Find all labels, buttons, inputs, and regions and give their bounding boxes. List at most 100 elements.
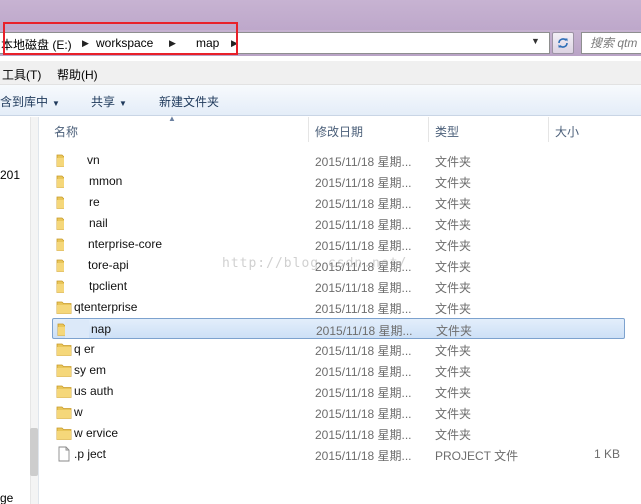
include-in-library-label: 含到库中 bbox=[0, 95, 49, 109]
file-date: 2015/11/18 星期... bbox=[315, 428, 412, 442]
folder-icon bbox=[56, 343, 72, 356]
file-date: 2015/11/18 星期... bbox=[315, 449, 412, 463]
search-input[interactable] bbox=[590, 35, 641, 51]
folder-icon bbox=[56, 385, 72, 398]
file-date: 2015/11/18 星期... bbox=[315, 155, 412, 169]
column-header-size-label: 大小 bbox=[555, 125, 580, 139]
column-header-size[interactable]: 大小 bbox=[549, 117, 641, 142]
file-name: qtenterprise bbox=[74, 300, 138, 314]
file-name: w ervice bbox=[74, 426, 119, 440]
file-name: w bbox=[74, 405, 83, 419]
folder-icon bbox=[56, 301, 72, 314]
document-icon bbox=[58, 446, 70, 462]
file-name: re bbox=[89, 195, 100, 209]
file-date: 2015/11/18 星期... bbox=[315, 302, 412, 316]
column-header-type[interactable]: 类型 bbox=[429, 117, 549, 142]
file-type: 文件夹 bbox=[436, 324, 473, 338]
file-type: 文件夹 bbox=[435, 260, 472, 274]
file-type: 文件夹 bbox=[435, 386, 472, 400]
share-label: 共享 bbox=[91, 95, 116, 109]
file-row[interactable]: sy em 2015/11/18 星期... 文件夹 bbox=[52, 360, 625, 381]
menu-bar: 工具(T) 帮助(H) bbox=[0, 61, 641, 85]
command-bar: 含到库中 ▼ 共享 ▼ 新建文件夹 bbox=[0, 85, 641, 116]
file-date: 2015/11/18 星期... bbox=[316, 324, 413, 338]
redaction-mask bbox=[64, 256, 86, 274]
file-row[interactable]: re 2015/11/18 星期... 文件夹 bbox=[52, 192, 625, 213]
nav-item-fragment[interactable]: 201 bbox=[0, 168, 20, 182]
file-row[interactable]: vn 2015/11/18 星期... 文件夹 bbox=[52, 150, 625, 171]
file-row-selected[interactable]: nap 2015/11/18 星期... 文件夹 bbox=[52, 318, 625, 339]
refresh-icon bbox=[558, 38, 568, 48]
pane-divider[interactable] bbox=[38, 117, 39, 504]
file-type: 文件夹 bbox=[435, 302, 472, 316]
file-date: 2015/11/18 星期... bbox=[315, 239, 412, 253]
file-row[interactable]: w 2015/11/18 星期... 文件夹 bbox=[52, 402, 625, 423]
file-type: 文件夹 bbox=[435, 155, 472, 169]
file-date: 2015/11/18 星期... bbox=[315, 218, 412, 232]
redaction-mask bbox=[64, 277, 86, 295]
file-name: us auth bbox=[74, 384, 114, 398]
file-type: 文件夹 bbox=[435, 197, 472, 211]
file-row[interactable]: mmon 2015/11/18 星期... 文件夹 bbox=[52, 171, 625, 192]
menu-help[interactable]: 帮助(H) bbox=[57, 66, 98, 83]
file-date: 2015/11/18 星期... bbox=[315, 197, 412, 211]
file-type: 文件夹 bbox=[435, 344, 472, 358]
sort-ascending-icon: ▲ bbox=[168, 114, 176, 123]
file-name: nap bbox=[91, 322, 112, 336]
file-type: PROJECT 文件 bbox=[435, 449, 519, 463]
file-date: 2015/11/18 星期... bbox=[315, 344, 412, 358]
redaction-mask bbox=[64, 151, 86, 169]
file-date: 2015/11/18 星期... bbox=[315, 407, 412, 421]
file-name: nterprise-core bbox=[88, 237, 163, 251]
chevron-down-icon: ▼ bbox=[119, 99, 127, 108]
file-row[interactable]: nterprise-core 2015/11/18 星期... 文件夹 bbox=[52, 234, 625, 255]
redaction-mask bbox=[64, 235, 86, 253]
folder-icon bbox=[56, 427, 72, 440]
column-header-name-label: 名称 bbox=[54, 125, 79, 139]
nav-item-fragment[interactable]: ge bbox=[0, 491, 13, 504]
file-date: 2015/11/18 星期... bbox=[315, 281, 412, 295]
column-header-date[interactable]: 修改日期 bbox=[309, 117, 429, 142]
file-name: tore-api bbox=[88, 258, 129, 272]
refresh-button[interactable] bbox=[552, 32, 574, 54]
redaction-mask bbox=[65, 320, 89, 338]
redaction-mask bbox=[64, 214, 86, 232]
file-row[interactable]: q er 2015/11/18 星期... 文件夹 bbox=[52, 339, 625, 360]
file-type: 文件夹 bbox=[435, 428, 472, 442]
new-folder-button[interactable]: 新建文件夹 bbox=[159, 93, 219, 110]
redaction-mask bbox=[64, 172, 86, 190]
file-date: 2015/11/18 星期... bbox=[315, 386, 412, 400]
file-name: vn bbox=[87, 153, 100, 167]
annotation-highlight-box bbox=[3, 22, 238, 55]
file-date: 2015/11/18 星期... bbox=[315, 176, 412, 190]
menu-tools[interactable]: 工具(T) bbox=[2, 66, 41, 83]
share-button[interactable]: 共享 ▼ bbox=[91, 93, 127, 110]
folder-icon bbox=[56, 406, 72, 419]
chevron-down-icon: ▼ bbox=[52, 99, 60, 108]
column-header-name[interactable]: 名称 bbox=[48, 117, 309, 142]
file-row[interactable]: .p ject 2015/11/18 星期... PROJECT 文件 1 KB bbox=[52, 444, 625, 465]
file-date: 2015/11/18 星期... bbox=[315, 365, 412, 379]
file-row[interactable]: qtenterprise 2015/11/18 星期... 文件夹 bbox=[52, 297, 625, 318]
nav-scrollbar-thumb[interactable] bbox=[30, 428, 38, 476]
file-row[interactable]: w ervice 2015/11/18 星期... 文件夹 bbox=[52, 423, 625, 444]
file-type: 文件夹 bbox=[435, 365, 472, 379]
file-type: 文件夹 bbox=[435, 218, 472, 232]
search-box[interactable] bbox=[581, 32, 641, 54]
file-name: nail bbox=[89, 216, 108, 230]
file-name: q er bbox=[74, 342, 95, 356]
file-row[interactable]: nail 2015/11/18 星期... 文件夹 bbox=[52, 213, 625, 234]
column-header-type-label: 类型 bbox=[435, 125, 460, 139]
file-type: 文件夹 bbox=[435, 176, 472, 190]
include-in-library-button[interactable]: 含到库中 ▼ bbox=[0, 93, 60, 110]
address-history-dropdown-icon[interactable]: ▼ bbox=[531, 36, 540, 46]
file-row[interactable]: tpclient 2015/11/18 星期... 文件夹 bbox=[52, 276, 625, 297]
file-name: mmon bbox=[89, 174, 123, 188]
file-name: sy em bbox=[74, 363, 107, 377]
file-name: .p ject bbox=[74, 447, 107, 461]
column-header-date-label: 修改日期 bbox=[315, 125, 364, 139]
file-size: 1 KB bbox=[593, 447, 620, 461]
watermark: http://blog.csdn.net/ bbox=[222, 256, 408, 271]
file-row[interactable]: us auth 2015/11/18 星期... 文件夹 bbox=[52, 381, 625, 402]
file-type: 文件夹 bbox=[435, 239, 472, 253]
